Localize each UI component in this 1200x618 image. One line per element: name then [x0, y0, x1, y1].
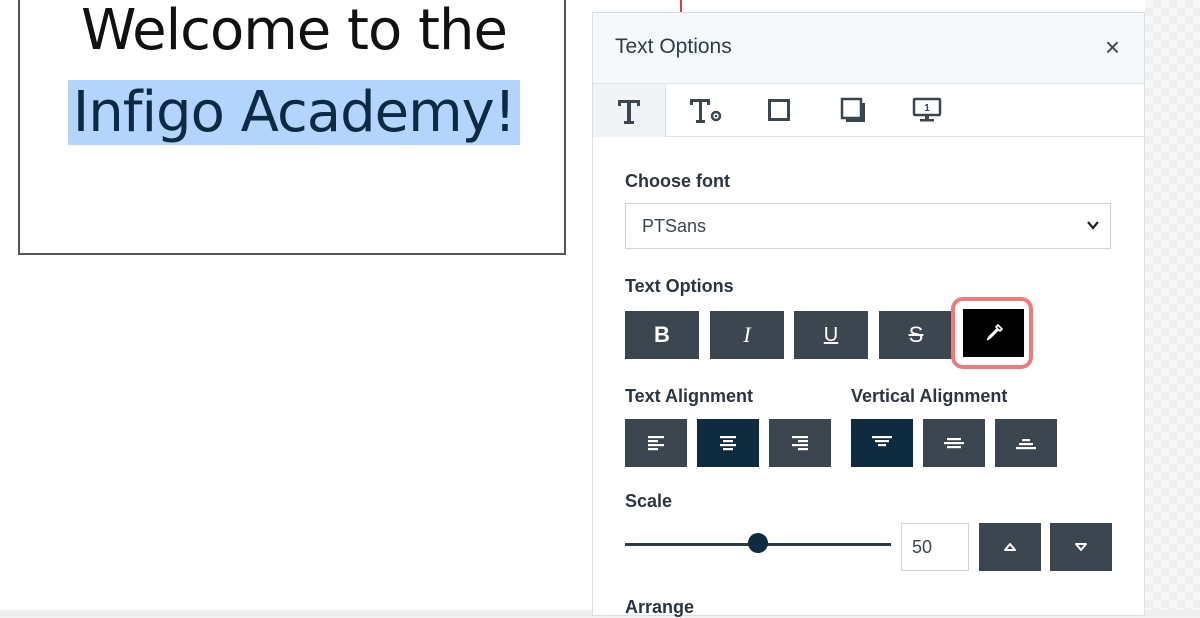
monitor-icon: 1 [912, 97, 942, 122]
underline-button[interactable]: U [794, 311, 868, 359]
valign-top-icon [872, 436, 892, 447]
align-center-icon [720, 436, 736, 451]
caret-up-icon [1004, 543, 1016, 551]
headline-line-1[interactable]: Welcome to the [20, 0, 568, 70]
selected-text[interactable]: Infigo Academy! [67, 80, 521, 145]
align-right-button[interactable] [769, 419, 831, 467]
scale-decrease-button[interactable] [1050, 523, 1112, 571]
eyedropper-icon [986, 324, 1003, 341]
shadow-box-icon [840, 97, 865, 122]
text-settings-icon [690, 99, 722, 123]
text-alignment-label: Text Alignment [625, 386, 754, 406]
panel-tabs: 1 [593, 84, 1144, 137]
valign-middle-button[interactable] [923, 419, 985, 467]
align-left-icon [648, 436, 664, 451]
tab-text[interactable] [593, 84, 666, 137]
valign-top-button[interactable] [851, 419, 913, 467]
tab-display[interactable]: 1 [891, 84, 963, 136]
chevron-down-icon [1087, 221, 1099, 230]
scale-label: Scale [625, 491, 673, 511]
font-label: Choose font [625, 171, 730, 191]
arrange-label: Arrange [625, 597, 695, 617]
tab-text-settings[interactable] [669, 84, 741, 136]
valign-bottom-button[interactable] [995, 419, 1057, 467]
text-icon [618, 99, 640, 124]
guide-marker [680, 0, 682, 12]
vertical-alignment-label: Vertical Alignment [851, 386, 1008, 406]
scale-input[interactable]: 50 [901, 523, 969, 571]
font-select-value: PTSans [642, 216, 707, 236]
monitor-badge: 1 [924, 103, 930, 114]
align-left-button[interactable] [625, 419, 687, 467]
strikethrough-button[interactable]: S [879, 311, 953, 359]
panel-header: Text Options × [593, 13, 1144, 84]
close-button[interactable]: × [1105, 33, 1120, 61]
valign-bottom-icon [1016, 439, 1036, 450]
align-center-button[interactable] [697, 419, 759, 467]
canvas-background [1145, 0, 1200, 616]
scale-increase-button[interactable] [979, 523, 1041, 571]
text-options-label: Text Options [625, 276, 734, 296]
caret-down-icon [1075, 543, 1087, 551]
italic-button[interactable]: I [710, 311, 784, 359]
panel-title: Text Options [615, 35, 732, 58]
text-frame[interactable]: Welcome to the Infigo Academy! [18, 0, 566, 255]
tab-shadow[interactable] [817, 84, 889, 136]
scale-slider-handle[interactable] [748, 533, 768, 553]
align-right-icon [792, 436, 808, 451]
headline-line-2[interactable]: Infigo Academy! [20, 74, 568, 152]
bold-button[interactable]: B [625, 311, 699, 359]
border-box-icon [768, 99, 790, 121]
text-options-panel: Text Options × 1 Choose font PTSans Text… [592, 12, 1145, 617]
text-color-button[interactable] [963, 309, 1024, 357]
tab-border[interactable] [743, 84, 815, 136]
valign-middle-icon [944, 438, 964, 449]
font-select[interactable]: PTSans [625, 203, 1111, 249]
